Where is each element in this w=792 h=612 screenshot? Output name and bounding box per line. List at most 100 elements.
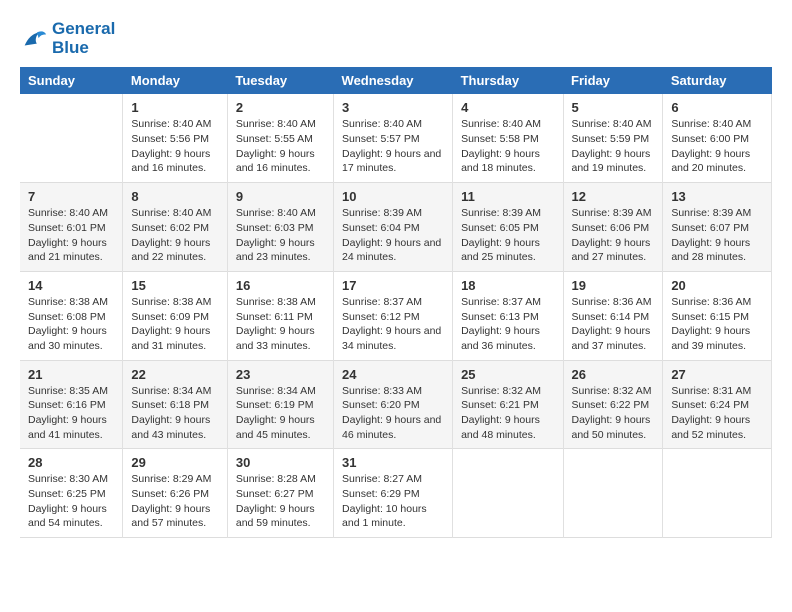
header-saturday: Saturday bbox=[663, 67, 772, 94]
logo-icon bbox=[20, 25, 48, 53]
day-info: Sunrise: 8:38 AMSunset: 6:08 PMDaylight:… bbox=[28, 295, 114, 354]
day-number: 26 bbox=[572, 367, 655, 382]
day-info: Sunrise: 8:40 AMSunset: 6:03 PMDaylight:… bbox=[236, 206, 325, 265]
header-sunday: Sunday bbox=[20, 67, 123, 94]
day-number: 12 bbox=[572, 189, 655, 204]
day-info: Sunrise: 8:39 AMSunset: 6:07 PMDaylight:… bbox=[671, 206, 763, 265]
day-number: 8 bbox=[131, 189, 218, 204]
day-info: Sunrise: 8:32 AMSunset: 6:22 PMDaylight:… bbox=[572, 384, 655, 443]
calendar-cell: 10 Sunrise: 8:39 AMSunset: 6:04 PMDayligh… bbox=[334, 183, 453, 272]
calendar-cell: 24Sunrise: 8:33 AMSunset: 6:20 PMDayligh… bbox=[334, 360, 453, 449]
calendar-cell: 13 Sunrise: 8:39 AMSunset: 6:07 PMDayligh… bbox=[663, 183, 772, 272]
day-number: 11 bbox=[461, 189, 554, 204]
day-info: Sunrise: 8:34 AMSunset: 6:18 PMDaylight:… bbox=[131, 384, 218, 443]
header-monday: Monday bbox=[123, 67, 227, 94]
day-number: 10 bbox=[342, 189, 444, 204]
logo: General Blue bbox=[20, 20, 115, 57]
day-number: 19 bbox=[572, 278, 655, 293]
day-info: Sunrise: 8:40 AMSunset: 6:01 PMDaylight:… bbox=[28, 206, 114, 265]
day-info: Sunrise: 8:36 AMSunset: 6:15 PMDaylight:… bbox=[671, 295, 763, 354]
header-wednesday: Wednesday bbox=[334, 67, 453, 94]
header-thursday: Thursday bbox=[453, 67, 563, 94]
calendar-cell: 12 Sunrise: 8:39 AMSunset: 6:06 PMDayligh… bbox=[563, 183, 663, 272]
calendar-cell: 22 Sunrise: 8:34 AMSunset: 6:18 PMDayligh… bbox=[123, 360, 227, 449]
calendar-week-row: 1Sunrise: 8:40 AMSunset: 5:56 PMDaylight… bbox=[20, 94, 772, 182]
day-number: 9 bbox=[236, 189, 325, 204]
day-number: 22 bbox=[131, 367, 218, 382]
day-number: 30 bbox=[236, 455, 325, 470]
calendar-cell: 31 Sunrise: 8:27 AMSunset: 6:29 PMDayligh… bbox=[334, 449, 453, 538]
day-info: Sunrise: 8:40 AMSunset: 6:02 PMDaylight:… bbox=[131, 206, 218, 265]
day-info: Sunrise: 8:40 AMSunset: 5:56 PMDaylight:… bbox=[131, 117, 218, 176]
page-header: General Blue bbox=[20, 20, 772, 57]
day-number: 31 bbox=[342, 455, 444, 470]
day-number: 3 bbox=[342, 100, 444, 115]
day-info: Sunrise: 8:34 AMSunset: 6:19 PMDaylight:… bbox=[236, 384, 325, 443]
calendar-cell: 1Sunrise: 8:40 AMSunset: 5:56 PMDaylight… bbox=[123, 94, 227, 182]
calendar-cell: 30 Sunrise: 8:28 AMSunset: 6:27 PMDayligh… bbox=[227, 449, 333, 538]
day-number: 5 bbox=[572, 100, 655, 115]
day-number: 27 bbox=[671, 367, 763, 382]
day-info: Sunrise: 8:28 AMSunset: 6:27 PMDaylight:… bbox=[236, 472, 325, 531]
day-number: 29 bbox=[131, 455, 218, 470]
day-info: Sunrise: 8:29 AMSunset: 6:26 PMDaylight:… bbox=[131, 472, 218, 531]
calendar-cell: 20 Sunrise: 8:36 AMSunset: 6:15 PMDayligh… bbox=[663, 271, 772, 360]
day-number: 21 bbox=[28, 367, 114, 382]
calendar-cell: 3 Sunrise: 8:40 AMSunset: 5:57 PMDaylight… bbox=[334, 94, 453, 182]
logo-text: General Blue bbox=[52, 20, 115, 57]
calendar-cell: 19Sunrise: 8:36 AMSunset: 6:14 PMDayligh… bbox=[563, 271, 663, 360]
day-info: Sunrise: 8:27 AMSunset: 6:29 PMDaylight:… bbox=[342, 472, 444, 531]
calendar-cell: 29 Sunrise: 8:29 AMSunset: 6:26 PMDayligh… bbox=[123, 449, 227, 538]
day-number: 18 bbox=[461, 278, 554, 293]
day-number: 16 bbox=[236, 278, 325, 293]
day-info: Sunrise: 8:37 AMSunset: 6:12 PMDaylight:… bbox=[342, 295, 444, 354]
day-number: 14 bbox=[28, 278, 114, 293]
calendar-cell: 11 Sunrise: 8:39 AMSunset: 6:05 PMDayligh… bbox=[453, 183, 563, 272]
calendar-week-row: 7 Sunrise: 8:40 AMSunset: 6:01 PMDaylight… bbox=[20, 183, 772, 272]
calendar-cell: 14 Sunrise: 8:38 AMSunset: 6:08 PMDayligh… bbox=[20, 271, 123, 360]
calendar-cell bbox=[563, 449, 663, 538]
calendar-cell bbox=[453, 449, 563, 538]
calendar-cell: 25 Sunrise: 8:32 AMSunset: 6:21 PMDayligh… bbox=[453, 360, 563, 449]
day-info: Sunrise: 8:35 AMSunset: 6:16 PMDaylight:… bbox=[28, 384, 114, 443]
day-number: 20 bbox=[671, 278, 763, 293]
calendar-cell: 6Sunrise: 8:40 AMSunset: 6:00 PMDaylight… bbox=[663, 94, 772, 182]
day-number: 15 bbox=[131, 278, 218, 293]
day-info: Sunrise: 8:31 AMSunset: 6:24 PMDaylight:… bbox=[671, 384, 763, 443]
day-info: Sunrise: 8:40 AMSunset: 5:55 AMDaylight:… bbox=[236, 117, 325, 176]
calendar-cell bbox=[663, 449, 772, 538]
day-number: 2 bbox=[236, 100, 325, 115]
day-info: Sunrise: 8:39 AMSunset: 6:06 PMDaylight:… bbox=[572, 206, 655, 265]
calendar-cell: 27 Sunrise: 8:31 AMSunset: 6:24 PMDayligh… bbox=[663, 360, 772, 449]
day-number: 17 bbox=[342, 278, 444, 293]
day-number: 7 bbox=[28, 189, 114, 204]
day-info: Sunrise: 8:32 AMSunset: 6:21 PMDaylight:… bbox=[461, 384, 554, 443]
day-info: Sunrise: 8:38 AMSunset: 6:11 PMDaylight:… bbox=[236, 295, 325, 354]
calendar-week-row: 21 Sunrise: 8:35 AMSunset: 6:16 PMDayligh… bbox=[20, 360, 772, 449]
day-number: 25 bbox=[461, 367, 554, 382]
calendar-header-row: SundayMondayTuesdayWednesdayThursdayFrid… bbox=[20, 67, 772, 94]
day-info: Sunrise: 8:39 AMSunset: 6:05 PMDaylight:… bbox=[461, 206, 554, 265]
calendar-cell: 28Sunrise: 8:30 AMSunset: 6:25 PMDayligh… bbox=[20, 449, 123, 538]
day-info: Sunrise: 8:39 AMSunset: 6:04 PMDaylight:… bbox=[342, 206, 444, 265]
calendar-cell: 5Sunrise: 8:40 AMSunset: 5:59 PMDaylight… bbox=[563, 94, 663, 182]
calendar-cell: 15 Sunrise: 8:38 AMSunset: 6:09 PMDayligh… bbox=[123, 271, 227, 360]
calendar-week-row: 28Sunrise: 8:30 AMSunset: 6:25 PMDayligh… bbox=[20, 449, 772, 538]
calendar-cell bbox=[20, 94, 123, 182]
day-info: Sunrise: 8:33 AMSunset: 6:20 PMDaylight:… bbox=[342, 384, 444, 443]
day-info: Sunrise: 8:40 AMSunset: 5:58 PMDaylight:… bbox=[461, 117, 554, 176]
day-info: Sunrise: 8:40 AMSunset: 5:57 PMDaylight:… bbox=[342, 117, 444, 176]
calendar-cell: 2 Sunrise: 8:40 AMSunset: 5:55 AMDaylight… bbox=[227, 94, 333, 182]
header-friday: Friday bbox=[563, 67, 663, 94]
day-number: 13 bbox=[671, 189, 763, 204]
calendar-cell: 21 Sunrise: 8:35 AMSunset: 6:16 PMDayligh… bbox=[20, 360, 123, 449]
day-number: 23 bbox=[236, 367, 325, 382]
calendar-week-row: 14 Sunrise: 8:38 AMSunset: 6:08 PMDayligh… bbox=[20, 271, 772, 360]
header-tuesday: Tuesday bbox=[227, 67, 333, 94]
day-number: 28 bbox=[28, 455, 114, 470]
day-info: Sunrise: 8:38 AMSunset: 6:09 PMDaylight:… bbox=[131, 295, 218, 354]
calendar-cell: 9 Sunrise: 8:40 AMSunset: 6:03 PMDaylight… bbox=[227, 183, 333, 272]
calendar-cell: 8 Sunrise: 8:40 AMSunset: 6:02 PMDaylight… bbox=[123, 183, 227, 272]
calendar-cell: 23 Sunrise: 8:34 AMSunset: 6:19 PMDayligh… bbox=[227, 360, 333, 449]
day-info: Sunrise: 8:40 AMSunset: 6:00 PMDaylight:… bbox=[671, 117, 763, 176]
